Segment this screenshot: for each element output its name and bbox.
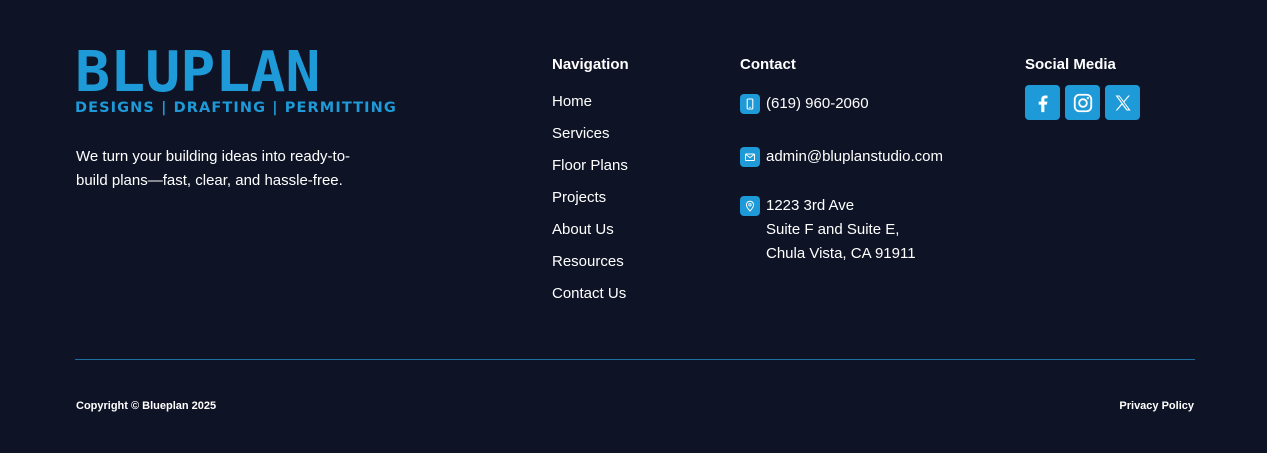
contact-heading: Contact [740, 56, 796, 73]
facebook-icon [1038, 94, 1047, 112]
x-button[interactable] [1105, 85, 1140, 120]
email-link[interactable]: admin@bluplanstudio.com [766, 145, 943, 169]
site-footer: BLUPLAN DESIGNS | DRAFTING | PERMITTING … [0, 0, 1267, 453]
nav-item-resources: Resources [552, 251, 628, 283]
navigation-heading: Navigation [552, 56, 629, 73]
copyright-text: Copyright © Blueplan 2025 [76, 400, 217, 412]
instagram-button[interactable] [1065, 85, 1100, 120]
phone-link[interactable]: (619) 960-2060 [766, 92, 869, 116]
nav-item-about-us: About Us [552, 219, 628, 251]
contact-address: 1223 3rd Ave Suite F and Suite E, Chula … [740, 195, 916, 266]
nav-link-projects[interactable]: Projects [552, 189, 606, 206]
address-line-3: Chula Vista, CA 91911 [766, 245, 916, 262]
location-pin-icon [740, 196, 760, 216]
nav-item-floor-plans: Floor Plans [552, 155, 628, 187]
contact-phone: (619) 960-2060 [740, 93, 869, 116]
contact-email: admin@bluplanstudio.com [740, 146, 943, 169]
address-line-1: 1223 3rd Ave [766, 197, 855, 214]
social-links [1025, 85, 1140, 120]
facebook-button[interactable] [1025, 85, 1060, 120]
nav-link-home[interactable]: Home [552, 93, 592, 110]
social-heading: Social Media [1025, 56, 1116, 73]
nav-item-services: Services [552, 123, 628, 155]
brand-logo[interactable]: BLUPLAN DESIGNS | DRAFTING | PERMITTING [75, 45, 405, 117]
nav-link-about-us[interactable]: About Us [552, 221, 614, 238]
x-icon [1115, 95, 1131, 110]
nav-item-home: Home [552, 91, 628, 123]
instagram-icon [1073, 93, 1092, 112]
mail-icon [740, 147, 760, 167]
address-line-2: Suite F and Suite E, [766, 221, 900, 238]
address-text: 1223 3rd Ave Suite F and Suite E, Chula … [766, 194, 916, 266]
brand-description: We turn your building ideas into ready-t… [76, 148, 351, 189]
nav-link-floor-plans[interactable]: Floor Plans [552, 157, 628, 174]
privacy-policy-link[interactable]: Privacy Policy [1119, 400, 1194, 412]
phone-icon [740, 94, 760, 114]
nav-item-projects: Projects [552, 187, 628, 219]
navigation-list: Home Services Floor Plans Projects About… [552, 91, 628, 315]
nav-link-contact-us[interactable]: Contact Us [552, 285, 626, 302]
nav-item-contact-us: Contact Us [552, 283, 628, 315]
nav-link-resources[interactable]: Resources [552, 253, 624, 270]
logo-wordmark: BLUPLAN [75, 40, 321, 105]
footer-divider [75, 359, 1195, 360]
nav-link-services[interactable]: Services [552, 125, 610, 142]
